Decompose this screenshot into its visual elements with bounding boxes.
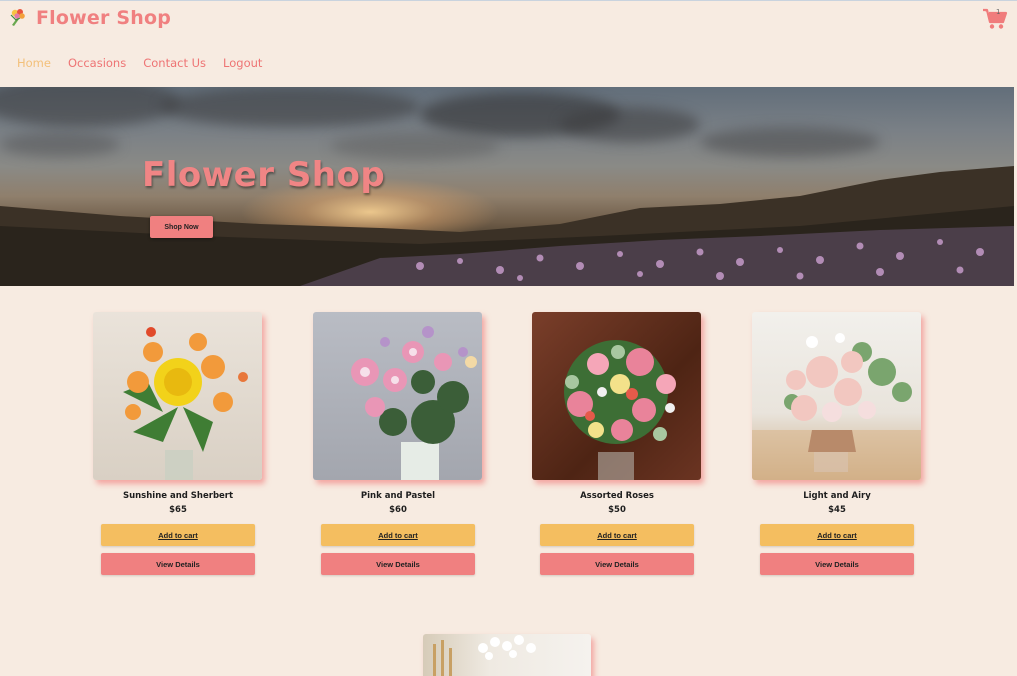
shop-now-button[interactable]: Shop Now: [150, 216, 213, 238]
product-name: Pink and Pastel: [360, 491, 436, 501]
add-to-cart-button[interactable]: Add to cart: [101, 524, 255, 546]
brand-title[interactable]: Flower Shop: [36, 7, 171, 29]
bouquet-icon[interactable]: [8, 7, 28, 27]
product-image[interactable]: [313, 312, 482, 480]
top-border: [0, 0, 1017, 1]
product-image[interactable]: [423, 634, 591, 676]
nav-home[interactable]: Home: [17, 56, 51, 70]
product-price: $45: [828, 505, 846, 515]
view-details-button[interactable]: View Details: [760, 553, 914, 575]
product-image[interactable]: [752, 312, 921, 480]
main-nav: Home Occasions Contact Us Logout: [17, 56, 279, 70]
product-image[interactable]: [93, 312, 262, 480]
hero-banner: Flower Shop Shop Now: [0, 87, 1014, 286]
product-image[interactable]: [532, 312, 701, 480]
product-name: Assorted Roses: [580, 491, 654, 501]
cart-count-badge: 1: [996, 8, 1001, 16]
product-price: $65: [169, 505, 187, 515]
product-name: Sunshine and Sherbert: [122, 491, 234, 501]
product-card: Light and Airy $45 Add to cart View Deta…: [752, 312, 922, 575]
product-card: Assorted Roses $50 Add to cart View Deta…: [532, 312, 702, 575]
view-details-button[interactable]: View Details: [101, 553, 255, 575]
nav-occasions[interactable]: Occasions: [68, 56, 126, 70]
nav-contact-us[interactable]: Contact Us: [143, 56, 206, 70]
product-name: Light and Airy: [803, 491, 871, 501]
shopping-cart-icon[interactable]: [982, 8, 1008, 30]
view-details-button[interactable]: View Details: [540, 553, 694, 575]
add-to-cart-button[interactable]: Add to cart: [760, 524, 914, 546]
product-price: $50: [608, 505, 626, 515]
hero-title: Flower Shop: [142, 155, 386, 195]
add-to-cart-button[interactable]: Add to cart: [540, 524, 694, 546]
product-price: $60: [389, 505, 407, 515]
product-card: Sunshine and Sherbert $65 Add to cart Vi…: [93, 312, 263, 575]
nav-logout[interactable]: Logout: [223, 56, 262, 70]
view-details-button[interactable]: View Details: [321, 553, 475, 575]
add-to-cart-button[interactable]: Add to cart: [321, 524, 475, 546]
product-card: Pink and Pastel $60 Add to cart View Det…: [313, 312, 483, 575]
